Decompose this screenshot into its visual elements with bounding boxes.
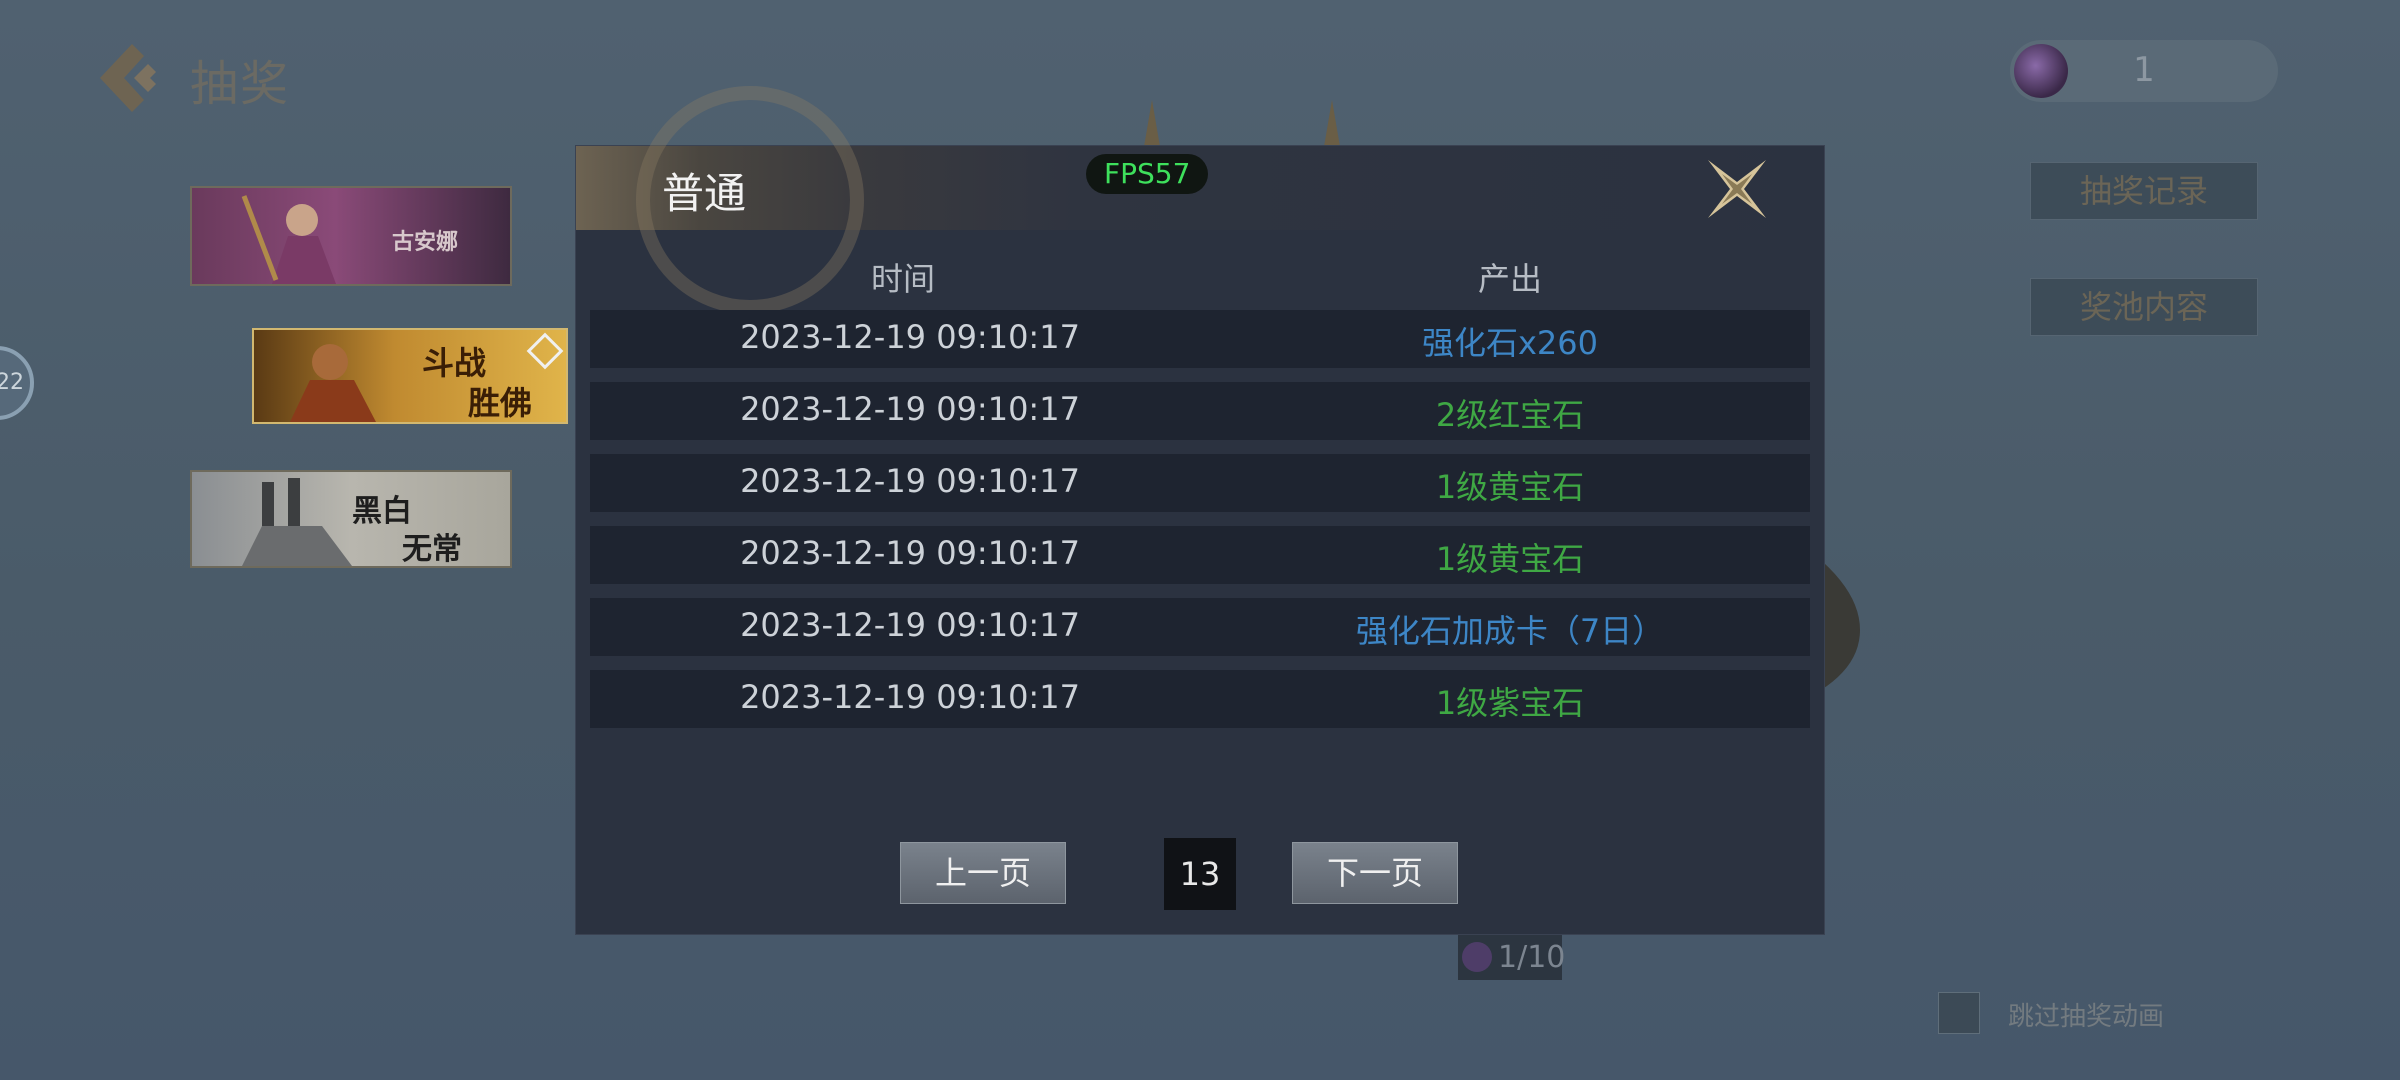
crystal-icon [1462, 942, 1492, 972]
skip-animation-label: 跳过抽奖动画 [2008, 1002, 2165, 1032]
hero-portrait-icon [241, 195, 336, 284]
row-time: 2023-12-19 09:10:17 [740, 318, 1080, 356]
diamond-icon [526, 332, 564, 370]
banner-label: 古安娜 [392, 229, 459, 255]
row-output: 强化石x260 [1421, 324, 1599, 362]
banner-label-line2: 胜佛 [468, 384, 533, 422]
banner-heibai-wuchang[interactable]: 黑白 无常 [190, 470, 512, 568]
currency-count: 1 [2133, 50, 2155, 90]
back-arrow-icon[interactable] [92, 40, 162, 116]
table-row: 2023-12-19 09:10:17 强化石加成卡（7日） [590, 598, 1810, 656]
draw-cost: 1/10 [1458, 934, 1566, 980]
draw-cost-text: 1/10 [1498, 940, 1566, 975]
hero-portrait-icon [242, 478, 352, 566]
row-time: 2023-12-19 09:10:17 [740, 462, 1080, 500]
row-time: 2023-12-19 09:10:17 [740, 678, 1080, 716]
row-output: 1级黄宝石 [1435, 468, 1585, 506]
page-number: 13 [1164, 838, 1236, 910]
skip-animation-checkbox[interactable] [1938, 992, 1980, 1034]
row-output: 1级黄宝石 [1435, 540, 1585, 578]
dialog-title: 普通 [662, 169, 747, 218]
page-title: 抽奖 [190, 56, 291, 112]
prize-pool-button[interactable]: 奖池内容 [2030, 278, 2258, 336]
banner-douzhan-shengfo[interactable]: 斗战 胜佛 [252, 328, 568, 424]
table-row: 2023-12-19 09:10:17 强化石x260 [590, 310, 1810, 368]
row-output: 1级紫宝石 [1435, 684, 1585, 722]
table-row: 2023-12-19 09:10:17 1级黄宝石 [590, 454, 1810, 512]
banner-gu-anna[interactable]: 古安娜 [190, 186, 512, 286]
banner-label-line2: 无常 [402, 532, 462, 567]
row-output: 强化石加成卡（7日） [1355, 612, 1665, 650]
row-time: 2023-12-19 09:10:17 [740, 606, 1080, 644]
table-row: 2023-12-19 09:10:17 1级黄宝石 [590, 526, 1810, 584]
hero-portrait-icon [290, 344, 376, 422]
next-page-button[interactable]: 下一页 [1292, 842, 1458, 904]
draw-record-dialog: 普通 FPS57 时间 产出 2023-12-19 09:10:17 强化石x26… [576, 86, 1824, 934]
row-time: 2023-12-19 09:10:17 [740, 390, 1080, 428]
row-output: 2级红宝石 [1435, 396, 1585, 434]
fps-counter: FPS57 [1086, 154, 1209, 194]
draw-record-button[interactable]: 抽奖记录 [2030, 162, 2258, 220]
table-row: 2023-12-19 09:10:17 2级红宝石 [590, 382, 1810, 440]
side-badge-text: 22 [0, 370, 24, 395]
close-icon[interactable] [1702, 154, 1772, 224]
table-row: 2023-12-19 09:10:17 1级紫宝石 [590, 670, 1810, 728]
prev-page-button[interactable]: 上一页 [900, 842, 1066, 904]
row-time: 2023-12-19 09:10:17 [740, 534, 1080, 572]
column-header-time: 时间 [870, 260, 935, 298]
column-header-output: 产出 [1477, 260, 1542, 298]
currency-display: 1 [2010, 40, 2278, 102]
